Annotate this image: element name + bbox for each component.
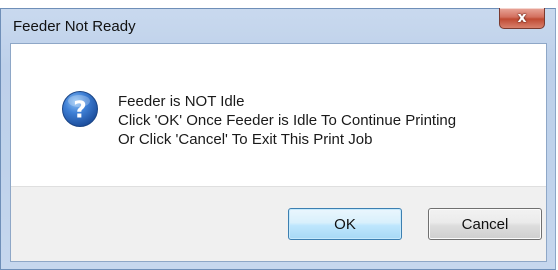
title-bar[interactable]: Feeder Not Ready x bbox=[1, 8, 555, 43]
ok-button[interactable]: OK bbox=[288, 208, 402, 240]
message-line-1: Feeder is NOT Idle bbox=[118, 93, 245, 110]
message-line-2: Click 'OK' Once Feeder is Idle To Contin… bbox=[118, 112, 457, 129]
message-area: ? Feeder is NOT Idle Click 'OK' Once Fee… bbox=[11, 44, 546, 186]
dialog-title: Feeder Not Ready bbox=[13, 18, 136, 35]
cancel-button-label: Cancel bbox=[461, 215, 509, 233]
button-bar: OK Cancel bbox=[11, 186, 546, 261]
question-icon: ? bbox=[62, 91, 98, 127]
dialog-window: Feeder Not Ready x ? Feeder is NOT Idle … bbox=[0, 8, 556, 270]
dialog-message: Feeder is NOT Idle Click 'OK' Once Feede… bbox=[118, 92, 456, 149]
svg-text:?: ? bbox=[73, 98, 86, 124]
dialog-body: ? Feeder is NOT Idle Click 'OK' Once Fee… bbox=[10, 43, 547, 262]
close-button[interactable]: x bbox=[499, 8, 545, 29]
screen: Feeder Not Ready x ? Feeder is NOT Idle … bbox=[0, 0, 558, 270]
ok-button-label: OK bbox=[334, 215, 356, 233]
cancel-button[interactable]: Cancel bbox=[428, 208, 542, 240]
close-icon: x bbox=[517, 10, 527, 26]
message-line-3: Or Click 'Cancel' To Exit This Print Job bbox=[118, 131, 373, 148]
